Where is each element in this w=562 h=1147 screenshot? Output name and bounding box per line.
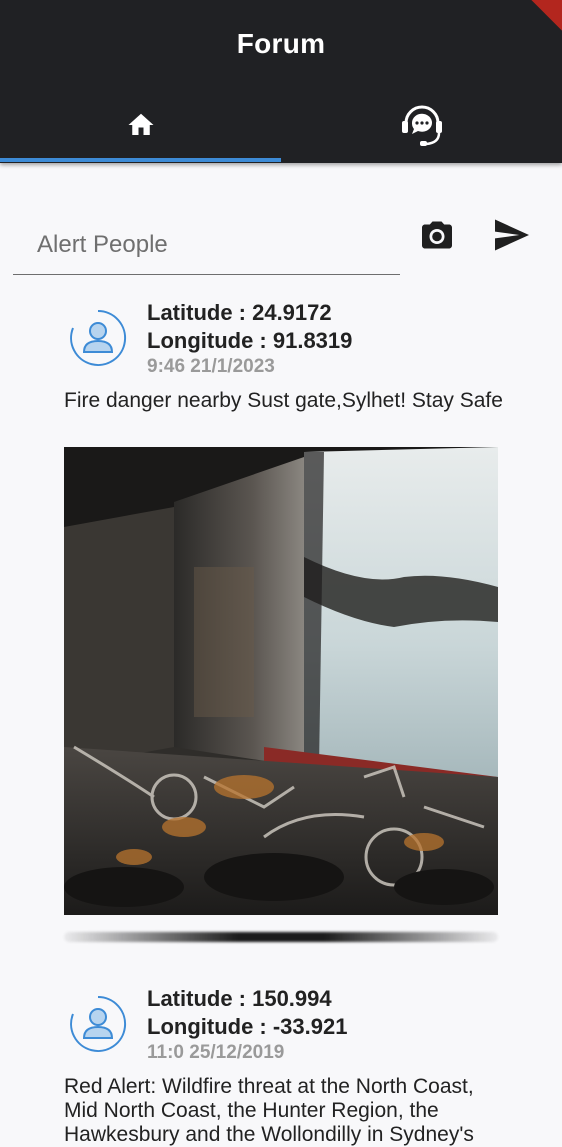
support-chat-icon [401,105,442,146]
home-icon [128,113,153,135]
camera-icon [422,221,452,249]
post-latitude: Latitude : 24.9172 [147,300,332,325]
send-button[interactable] [490,213,534,257]
post-message: Red Alert: Wildfire threat at the North … [64,1075,474,1146]
post-message: Fire danger nearby Sust gate,Sylhet! Sta… [64,389,503,412]
post-longitude: Longitude : -33.921 [147,1014,348,1039]
alert-input[interactable] [13,215,400,275]
post-divider [64,932,498,942]
avatar-icon [70,309,127,366]
post-image[interactable] [64,447,498,915]
page-title: Forum [236,28,326,59]
send-icon [495,219,529,251]
alert-composer [0,205,562,280]
tab-support-chat[interactable] [281,90,562,160]
post-longitude: Longitude : 91.8319 [147,328,353,353]
camera-button[interactable] [415,213,459,257]
post-timestamp: 9:46 21/1/2023 [147,356,275,377]
post-timestamp: 11:0 25/12/2019 [147,1042,285,1063]
burnt-room-photo [64,447,498,915]
tab-indicator [0,158,281,162]
app-bar: Forum [0,0,562,163]
tab-home[interactable] [0,90,281,160]
post-latitude: Latitude : 150.994 [147,986,332,1011]
avatar-icon [70,995,127,1052]
